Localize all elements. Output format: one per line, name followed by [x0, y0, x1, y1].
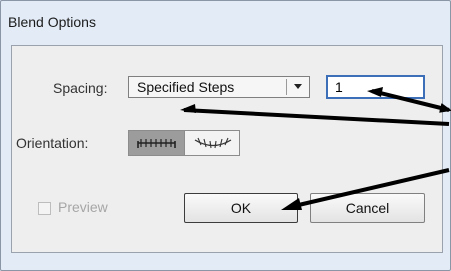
arrow-to-spacing-dropdown: [183, 108, 450, 126]
arrow-to-ok-button: [289, 168, 450, 209]
arrow-head-steps: [367, 87, 383, 97]
annotation-arrows: [180, 87, 451, 210]
arrow-head-ok: [281, 198, 302, 210]
arrow-to-steps-input: [371, 89, 451, 113]
